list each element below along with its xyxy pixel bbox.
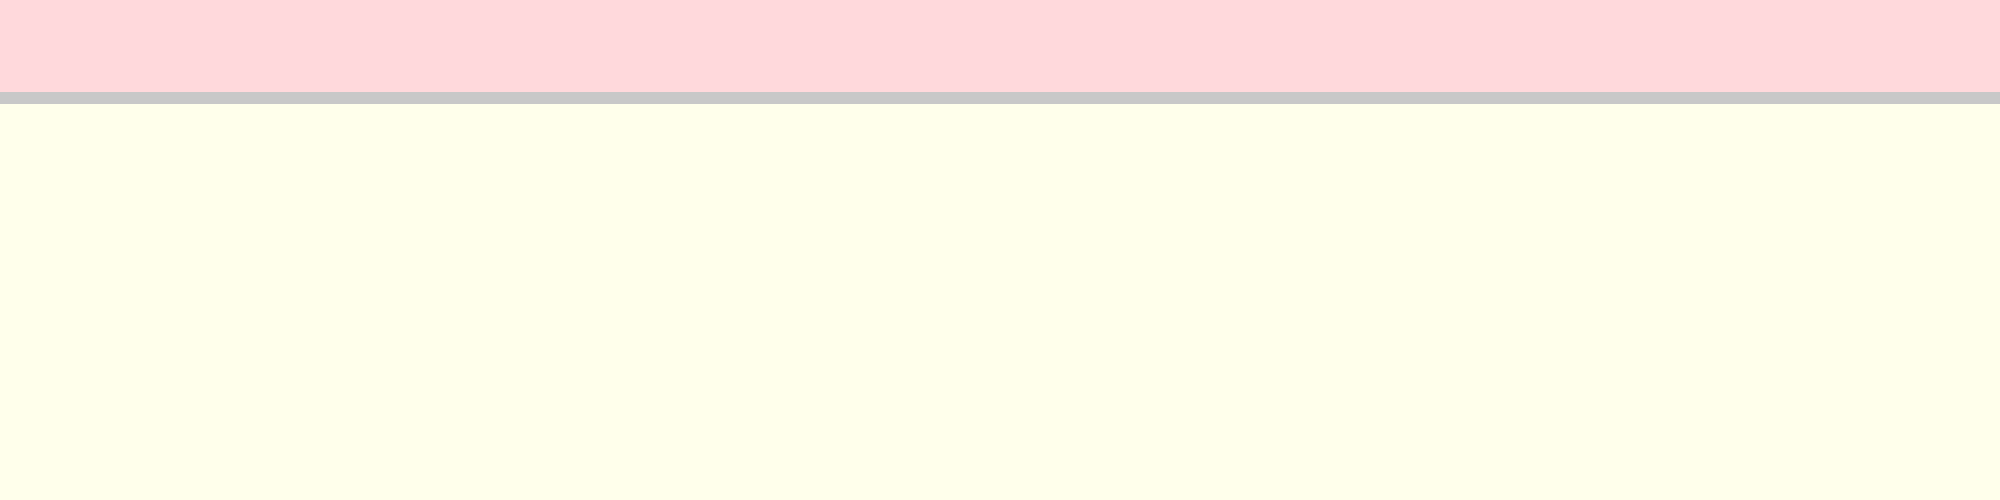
content-area: [0, 104, 2000, 500]
top-panel: [0, 0, 2000, 92]
panel-divider[interactable]: [0, 92, 2000, 104]
page-root: [0, 0, 2000, 500]
